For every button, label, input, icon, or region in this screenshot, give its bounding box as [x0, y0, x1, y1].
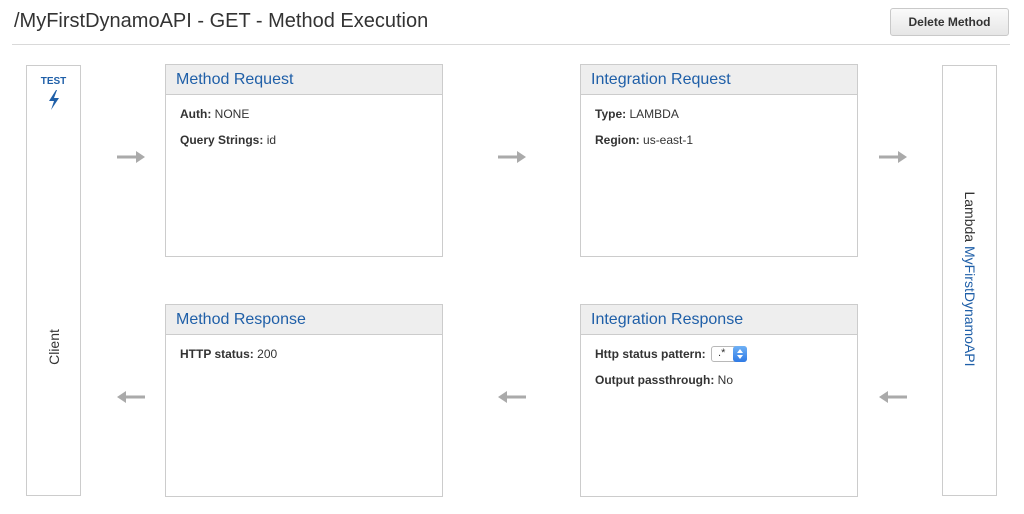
arrow-right-icon [498, 151, 526, 163]
auth-key: Auth: [180, 107, 212, 121]
select-stepper-icon [733, 345, 748, 362]
type-key: Type: [595, 107, 627, 121]
arrow-right-icon [879, 151, 907, 163]
method-request-link[interactable]: Method Request [166, 65, 442, 95]
auth-row: Auth: NONE [180, 106, 428, 132]
method-request-body: Auth: NONE Query Strings: id [166, 95, 442, 158]
test-label: TEST [40, 76, 67, 87]
arrow-right-icon [117, 151, 145, 163]
page-title: /MyFirstDynamoAPI - GET - Method Executi… [14, 10, 429, 32]
status-pattern-row: Http status pattern: .* [595, 345, 843, 372]
passthrough-value: No [717, 373, 734, 387]
client-panel: TEST Client [26, 65, 81, 496]
header-divider [12, 44, 1010, 45]
http-status-row: HTTP status: 200 [180, 346, 428, 372]
client-label: Client [46, 329, 62, 365]
query-strings-key: Query Strings: [180, 133, 264, 147]
status-pattern-key: Http status pattern: [595, 347, 706, 361]
method-response-box: Method Response HTTP status: 200 [165, 304, 443, 497]
delete-method-button[interactable]: Delete Method [890, 8, 1009, 36]
arrow-left-icon [117, 391, 145, 403]
method-execution-page: /MyFirstDynamoAPI - GET - Method Executi… [0, 0, 1024, 514]
method-response-body: HTTP status: 200 [166, 335, 442, 372]
integration-request-box: Integration Request Type: LAMBDA Region: u… [580, 64, 858, 257]
region-value: us-east-1 [643, 133, 694, 147]
status-pattern-value: .* [718, 346, 726, 359]
passthrough-key: Output passthrough: [595, 373, 715, 387]
region-row: Region: us-east-1 [595, 132, 843, 158]
integration-response-body: Http status pattern: .* Output passthroug… [581, 335, 857, 398]
status-pattern-select[interactable]: .* [711, 345, 748, 362]
region-key: Region: [595, 133, 640, 147]
auth-value: NONE [214, 107, 250, 121]
arrow-left-icon [879, 391, 907, 403]
integration-response-link[interactable]: Integration Response [581, 305, 857, 335]
integration-request-body: Type: LAMBDA Region: us-east-1 [581, 95, 857, 158]
type-value: LAMBDA [629, 107, 679, 121]
lambda-prefix: Lambda [962, 191, 978, 243]
lambda-panel: Lambda MyFirstDynamoAPI [942, 65, 997, 496]
method-request-box: Method Request Auth: NONE Query Strings: i… [165, 64, 443, 257]
integration-response-box: Integration Response Http status pattern… [580, 304, 858, 497]
http-status-key: HTTP status: [180, 347, 254, 361]
query-strings-row: Query Strings: id [180, 132, 428, 158]
method-response-link[interactable]: Method Response [166, 305, 442, 335]
lambda-function-link[interactable]: MyFirstDynamoAPI [962, 246, 978, 367]
test-button[interactable]: TEST [27, 76, 80, 110]
type-row: Type: LAMBDA [595, 106, 843, 132]
lambda-label: Lambda MyFirstDynamoAPI [962, 191, 978, 366]
arrow-left-icon [498, 391, 526, 403]
passthrough-row: Output passthrough: No [595, 372, 843, 398]
lightning-bolt-icon [48, 90, 59, 110]
http-status-value: 200 [257, 347, 278, 361]
query-strings-value: id [266, 133, 277, 147]
integration-request-link[interactable]: Integration Request [581, 65, 857, 95]
